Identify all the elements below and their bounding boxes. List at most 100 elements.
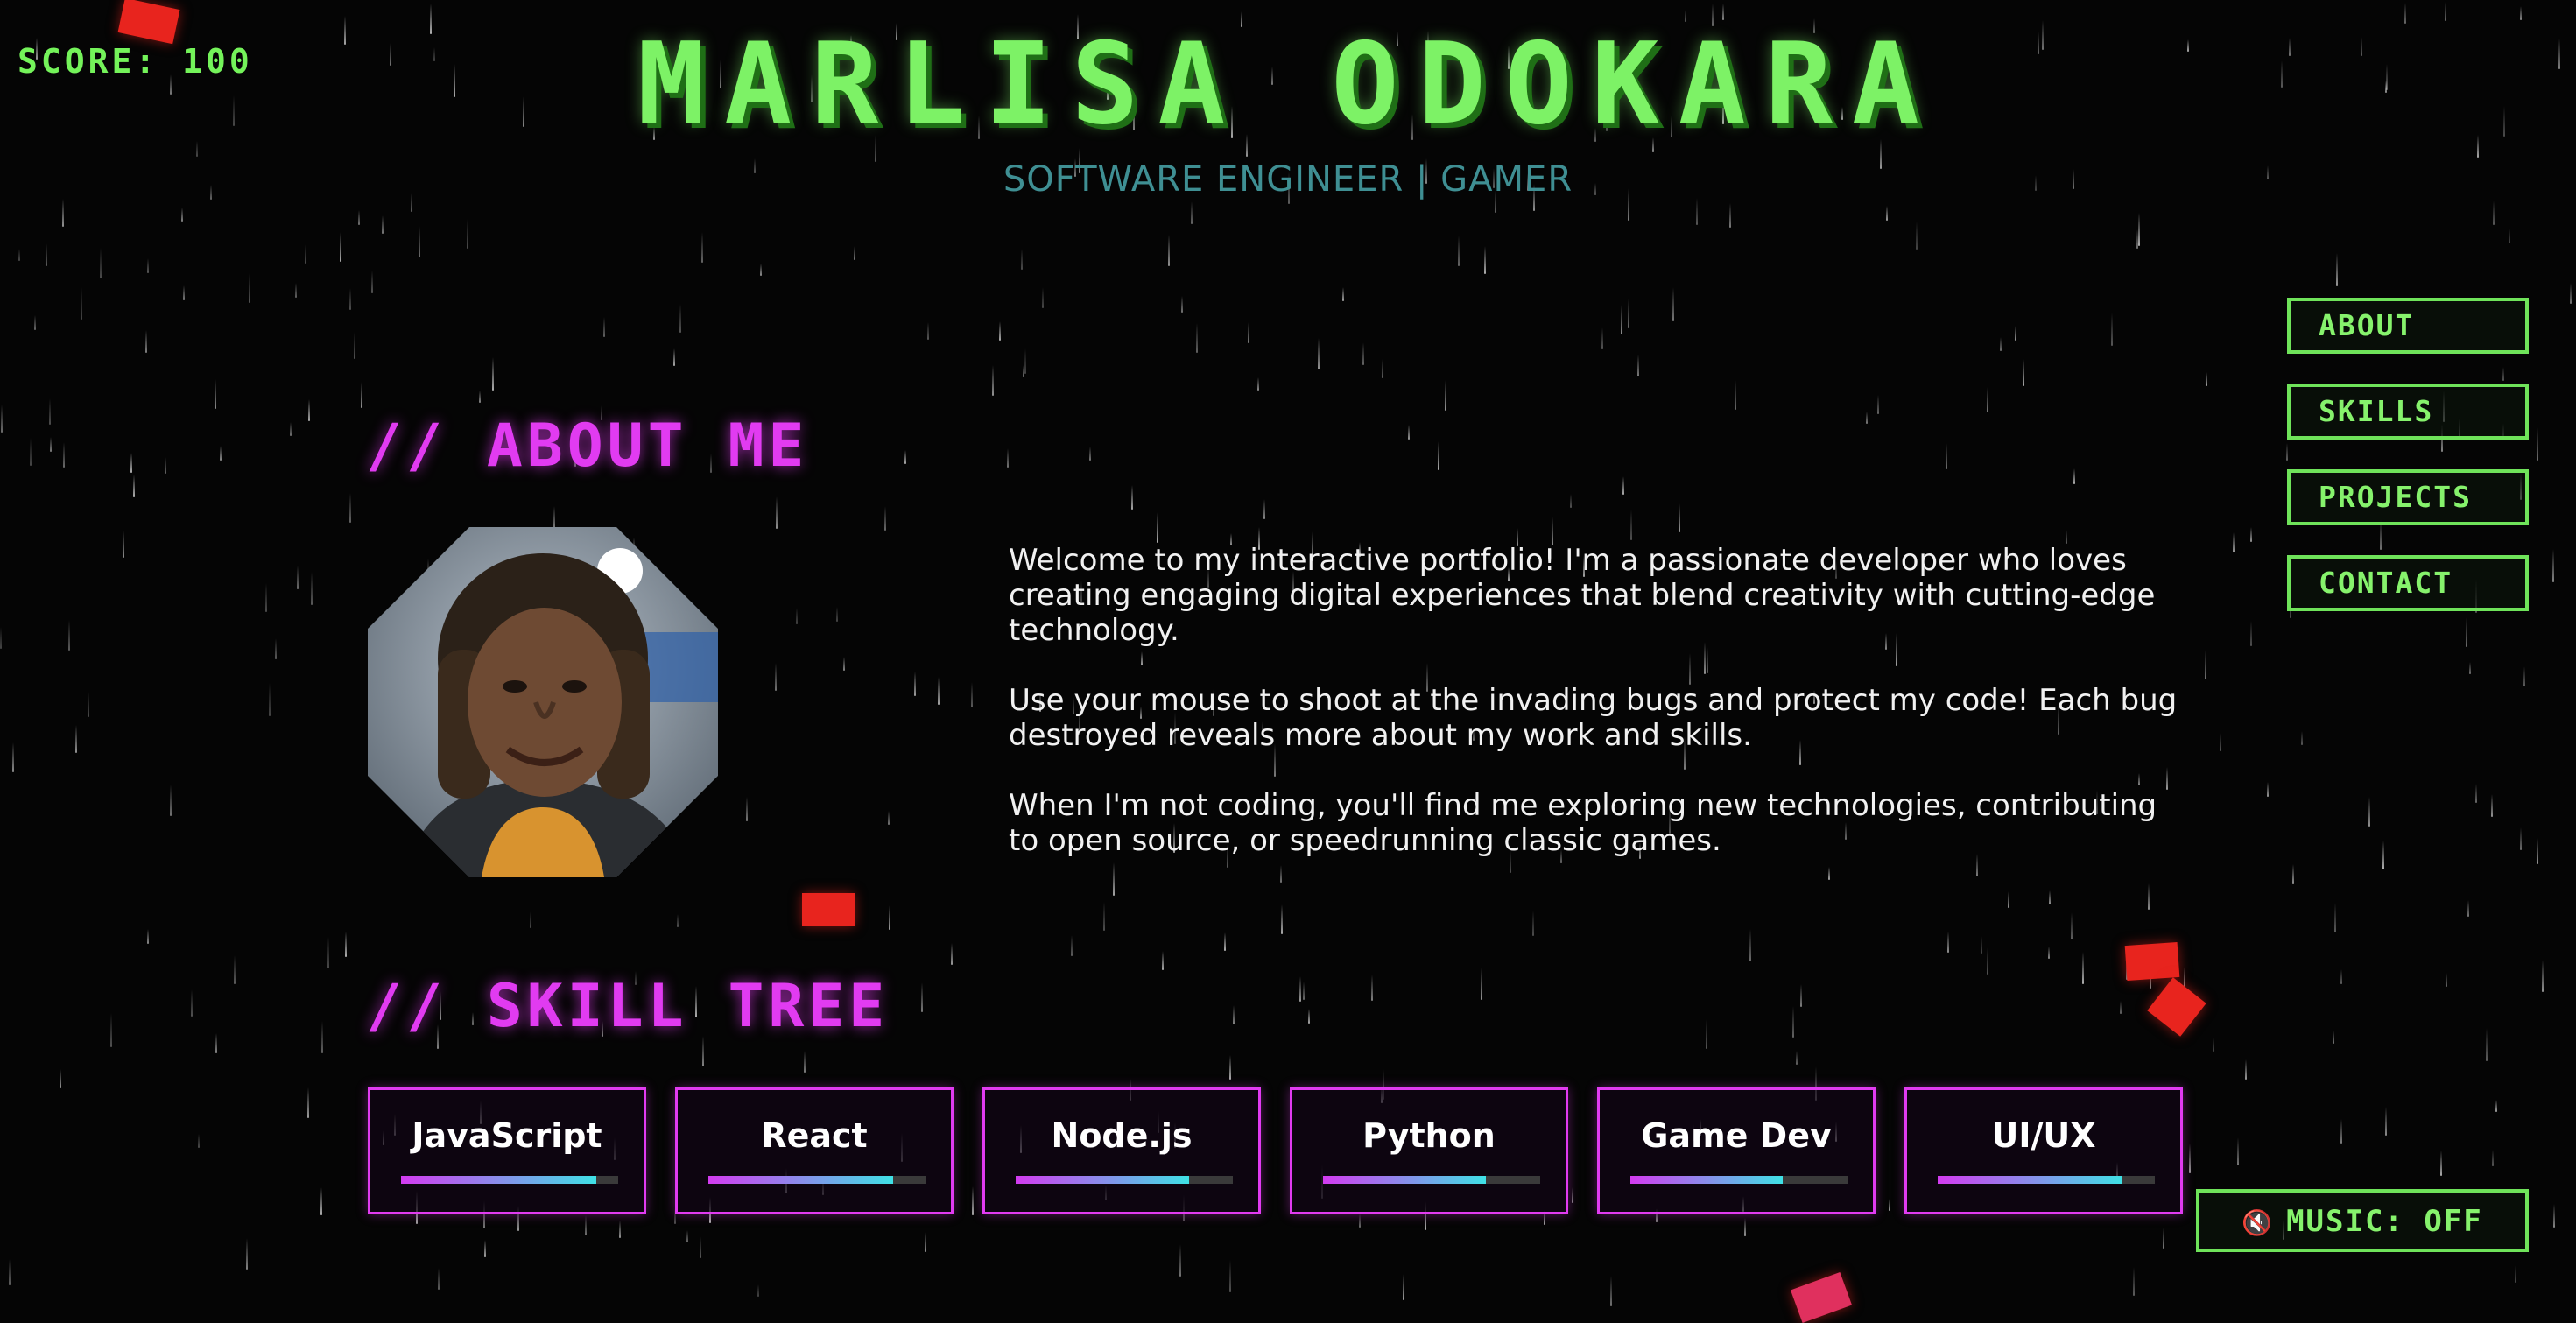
rain-drop <box>2537 838 2538 864</box>
bug-enemy[interactable] <box>2124 941 2180 982</box>
rain-drop <box>297 566 299 589</box>
rain-drop <box>1866 412 1868 424</box>
music-toggle-label: MUSIC: OFF <box>2286 1204 2483 1239</box>
rain-drop <box>130 453 132 473</box>
rain-drop <box>1916 222 1918 250</box>
rain-drop <box>265 583 267 612</box>
rain-drop <box>220 446 222 461</box>
muted-speaker-icon: 🔇 <box>2242 1208 2275 1237</box>
rain-drop <box>889 905 890 930</box>
rain-drop <box>1987 387 1988 412</box>
rain-drop <box>30 438 32 466</box>
rain-drop <box>836 607 838 622</box>
nav-about-button[interactable]: ABOUT <box>2287 298 2529 354</box>
skill-level-bar <box>1323 1176 1540 1184</box>
rain-drop <box>2493 201 2495 225</box>
rain-drop <box>2570 283 2572 304</box>
rain-drop <box>484 1240 486 1257</box>
rain-drop <box>1749 929 1751 961</box>
rain-drop <box>100 248 102 278</box>
rain-drop <box>1735 380 1736 410</box>
rain-drop <box>1679 503 1680 532</box>
rain-drop <box>1103 902 1105 931</box>
skill-card-python[interactable]: Python <box>1290 1087 1568 1214</box>
rain-drop <box>1877 395 1879 414</box>
rain-drop <box>2220 733 2221 751</box>
rain-drop <box>2542 960 2544 992</box>
rain-drop <box>68 620 70 651</box>
rain-drop <box>170 785 172 816</box>
rain-drop <box>2206 372 2207 386</box>
rain-drop <box>75 725 77 753</box>
rain-drop <box>18 249 20 261</box>
rain-drop <box>1445 380 1446 411</box>
rain-drop <box>2382 841 2384 869</box>
rain-drop <box>2237 1137 2239 1165</box>
rain-drop <box>971 682 973 707</box>
rain-drop <box>2334 903 2336 932</box>
rain-drop <box>884 506 886 531</box>
rain-drop <box>88 692 89 717</box>
rain-drop <box>1157 512 1158 543</box>
rain-drop <box>2138 213 2140 246</box>
rain-drop <box>349 288 351 310</box>
rain-drop <box>49 398 51 425</box>
rain-drop <box>2267 782 2269 797</box>
music-toggle-button[interactable]: 🔇 MUSIC: OFF <box>2196 1189 2529 1252</box>
rain-drop <box>904 450 906 464</box>
about-paragraph: Use your mouse to shoot at the invading … <box>1009 683 2178 753</box>
skill-card-ui-ux[interactable]: UI/UX <box>1904 1087 2183 1214</box>
rain-drop <box>679 304 681 333</box>
rain-drop <box>354 332 355 359</box>
rain-drop <box>2066 530 2067 544</box>
rain-drop <box>295 283 297 298</box>
rain-drop <box>340 232 341 262</box>
rain-drop <box>1706 1019 1707 1049</box>
skill-card-react[interactable]: React <box>675 1087 954 1214</box>
rain-drop <box>290 422 292 436</box>
rain-drop <box>1342 287 1344 301</box>
rain-drop <box>951 943 953 965</box>
rain-drop <box>345 932 347 957</box>
rain-drop <box>308 399 310 421</box>
rain-drop <box>2133 1267 2135 1296</box>
rain-drop <box>585 1215 587 1235</box>
side-navigation: ABOUT SKILLS PROJECTS CONTACT <box>2287 298 2529 641</box>
rain-drop <box>145 330 147 353</box>
rain-drop <box>2301 731 2303 745</box>
rain-drop <box>1621 305 1622 334</box>
nav-contact-button[interactable]: CONTACT <box>2287 555 2529 611</box>
rain-drop <box>50 437 52 452</box>
rain-drop <box>1796 1051 1798 1065</box>
rain-drop <box>1630 510 1632 540</box>
rain-drop <box>2553 1204 2555 1228</box>
skill-level-bar <box>1630 1176 1848 1184</box>
rain-drop <box>673 348 675 366</box>
rain-drop <box>147 929 149 944</box>
rain-drop <box>12 742 14 772</box>
skill-level-fill <box>401 1176 597 1184</box>
rain-drop <box>1042 287 1044 308</box>
rain-drop <box>530 911 531 928</box>
rain-drop <box>1947 932 1949 953</box>
rain-drop <box>1382 359 1383 378</box>
rain-drop <box>191 989 193 1017</box>
rain-drop <box>1637 355 1639 376</box>
rain-drop <box>215 379 216 409</box>
rain-drop <box>1744 1218 1746 1236</box>
skill-card-game-dev[interactable]: Game Dev <box>1597 1087 1876 1214</box>
rain-drop <box>110 1013 112 1047</box>
rain-drop <box>1622 476 1624 495</box>
rain-drop <box>147 258 149 273</box>
rain-drop <box>999 321 1001 341</box>
nav-skills-button[interactable]: SKILLS <box>2287 384 2529 440</box>
rain-drop <box>1071 935 1073 956</box>
bug-enemy[interactable] <box>802 893 855 926</box>
skill-card-javascript[interactable]: JavaScript <box>368 1087 646 1214</box>
rain-drop <box>1179 1244 1181 1277</box>
rain-drop <box>776 496 778 529</box>
skill-card-nodejs[interactable]: Node.js <box>982 1087 1261 1214</box>
nav-projects-button[interactable]: PROJECTS <box>2287 469 2529 525</box>
rain-drop <box>2520 827 2522 850</box>
skill-name: Node.js <box>1051 1116 1193 1155</box>
